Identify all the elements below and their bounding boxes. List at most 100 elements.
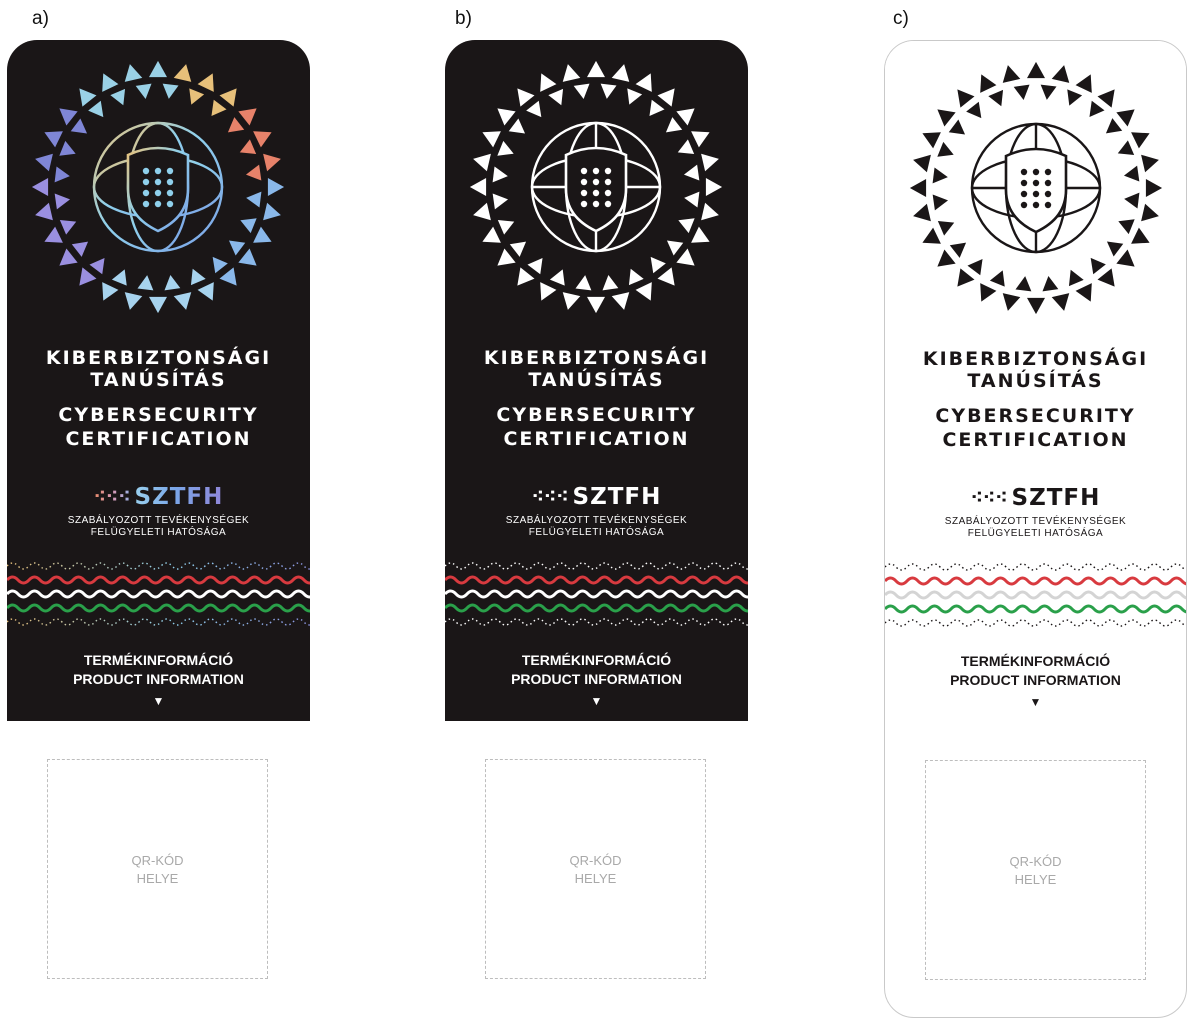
triangle-ring-icon bbox=[124, 64, 143, 82]
arrow-down-icon: ▼ bbox=[1029, 695, 1042, 709]
triangle-ring-icon bbox=[238, 108, 257, 126]
qr-line-2: HELYE bbox=[136, 871, 179, 886]
triangle-ring-icon bbox=[189, 88, 205, 105]
triangle-ring-icon bbox=[482, 226, 501, 243]
shield-icon bbox=[1004, 147, 1068, 234]
triangle-ring-icon bbox=[149, 60, 167, 78]
qr-code-placeholder: QR-KÓD HELYE bbox=[47, 759, 268, 979]
triangle-ring-icon bbox=[197, 282, 214, 301]
triangle-ring-icon bbox=[1141, 154, 1159, 173]
authority-name: SZABÁLYOZOTT TEVÉKENYSÉGEK FELÜGYELETI H… bbox=[885, 516, 1186, 540]
triangle-ring-icon bbox=[162, 83, 179, 99]
triangle-ring-icon bbox=[88, 100, 104, 118]
triangle-ring-icon bbox=[492, 193, 509, 210]
triangle-ring-icon bbox=[649, 99, 665, 117]
wave-icon bbox=[885, 590, 1186, 600]
triangle-ring-icon bbox=[239, 139, 257, 155]
qr-placeholder-text: QR-KÓD HELYE bbox=[926, 853, 1145, 889]
triangle-ring-icon bbox=[70, 118, 88, 134]
triangle-ring-icon bbox=[677, 139, 695, 155]
triangle-ring-icon bbox=[957, 89, 975, 108]
triangle-ring-icon bbox=[676, 108, 695, 126]
triangle-ring-icon bbox=[1117, 140, 1135, 156]
title-en-line-2: CERTIFICATION bbox=[65, 428, 252, 450]
product-info-hu: TERMÉKINFORMÁCIÓ bbox=[83, 652, 234, 668]
triangle-ring-icon bbox=[263, 202, 281, 221]
triangle-ring-icon bbox=[473, 153, 491, 172]
wave-icon bbox=[885, 619, 1186, 627]
triangle-ring-icon bbox=[937, 109, 956, 127]
wave-icon bbox=[885, 576, 1186, 586]
triangle-ring-icon bbox=[263, 153, 281, 172]
triangle-ring-icon bbox=[1067, 89, 1083, 106]
triangle-ring-icon bbox=[526, 100, 542, 118]
qr-line-1: QR-KÓD bbox=[569, 853, 622, 868]
triangle-ring-icon bbox=[948, 119, 966, 135]
sztfh-logo: ⁖⁖⁖ SZTFH bbox=[445, 484, 748, 510]
qr-placeholder-text: QR-KÓD HELYE bbox=[486, 852, 705, 888]
title-en-line-1: CYBERSECURITY bbox=[935, 405, 1136, 427]
triangle-ring-icon bbox=[240, 218, 257, 234]
wave-icon bbox=[7, 575, 310, 585]
variant-letter-b: b) bbox=[455, 8, 472, 29]
triangle-ring-icon bbox=[980, 74, 997, 93]
triangle-ring-icon bbox=[44, 131, 63, 148]
triangle-ring-icon bbox=[497, 219, 515, 235]
triangle-ring-icon bbox=[509, 241, 527, 257]
triangle-ring-icon bbox=[1131, 227, 1150, 244]
arrow-down-icon: ▼ bbox=[590, 694, 603, 708]
triangle-ring-icon bbox=[111, 269, 127, 286]
triangle-ring-icon bbox=[135, 83, 152, 100]
triangle-ring-icon bbox=[219, 267, 237, 286]
wave-icon bbox=[445, 562, 748, 570]
product-info-hu: TERMÉKINFORMÁCIÓ bbox=[521, 652, 672, 668]
triangle-ring-icon bbox=[980, 283, 997, 302]
triangle-ring-icon bbox=[666, 240, 684, 256]
sztfh-dots-icon: ⁖⁖⁖ bbox=[970, 487, 1008, 508]
triangle-ring-icon bbox=[59, 108, 78, 126]
triangle-ring-icon bbox=[137, 275, 154, 291]
triangle-ring-icon bbox=[540, 282, 557, 301]
triangle-ring-icon bbox=[1141, 203, 1159, 222]
sztfh-logotype: SZTFH bbox=[572, 484, 662, 510]
triangle-ring-icon bbox=[1097, 89, 1115, 108]
wave-icon bbox=[7, 603, 310, 613]
triangle-ring-icon bbox=[937, 141, 954, 157]
authority-name: SZABÁLYOZOTT TEVÉKENYSÉGEK FELÜGYELETI H… bbox=[7, 515, 310, 539]
triangle-ring-icon bbox=[44, 226, 63, 243]
certification-label-sheet: a) KIBERBIZTONSÁGI TANÚSÍTÁS CYBERSECURI… bbox=[0, 0, 1192, 1021]
product-information: TERMÉKINFORMÁCIÓ PRODUCT INFORMATION bbox=[885, 652, 1186, 690]
triangle-ring-icon bbox=[988, 89, 1004, 107]
triangle-ring-icon bbox=[1075, 283, 1092, 302]
triangle-ring-icon bbox=[173, 64, 192, 82]
title-english: CYBERSECURITY CERTIFICATION bbox=[885, 404, 1186, 452]
certification-emblem-icon bbox=[31, 60, 285, 314]
shield-icon bbox=[564, 146, 628, 233]
wave-icon bbox=[445, 618, 748, 626]
triangle-ring-icon bbox=[102, 282, 119, 301]
triangle-ring-icon bbox=[79, 267, 97, 286]
title-hu-line-2: TANÚSÍTÁS bbox=[90, 369, 227, 391]
triangle-ring-icon bbox=[922, 132, 941, 149]
triangle-ring-icon bbox=[59, 140, 76, 156]
triangle-ring-icon bbox=[657, 267, 675, 286]
triangle-ring-icon bbox=[540, 73, 557, 92]
triangle-ring-icon bbox=[219, 88, 237, 107]
triangle-ring-icon bbox=[705, 178, 723, 196]
triangle-ring-icon bbox=[54, 193, 71, 210]
triangle-ring-icon bbox=[1123, 165, 1140, 182]
triangle-ring-icon bbox=[701, 202, 719, 221]
title-en-line-1: CYBERSECURITY bbox=[496, 404, 697, 426]
triangle-ring-icon bbox=[602, 274, 619, 291]
triangle-ring-icon bbox=[238, 248, 257, 266]
triangle-ring-icon bbox=[497, 248, 516, 266]
wave-icon bbox=[885, 604, 1186, 614]
triangle-ring-icon bbox=[35, 153, 53, 172]
triangle-ring-icon bbox=[913, 154, 931, 173]
authority-name: SZABÁLYOZOTT TEVÉKENYSÉGEK FELÜGYELETI H… bbox=[445, 515, 748, 539]
triangle-ring-icon bbox=[549, 269, 565, 286]
authority-line-1: SZABÁLYOZOTT TEVÉKENYSÉGEK bbox=[505, 515, 688, 526]
triangle-ring-icon bbox=[1068, 269, 1084, 287]
triangle-ring-icon bbox=[164, 274, 181, 291]
triangle-ring-icon bbox=[909, 179, 927, 197]
